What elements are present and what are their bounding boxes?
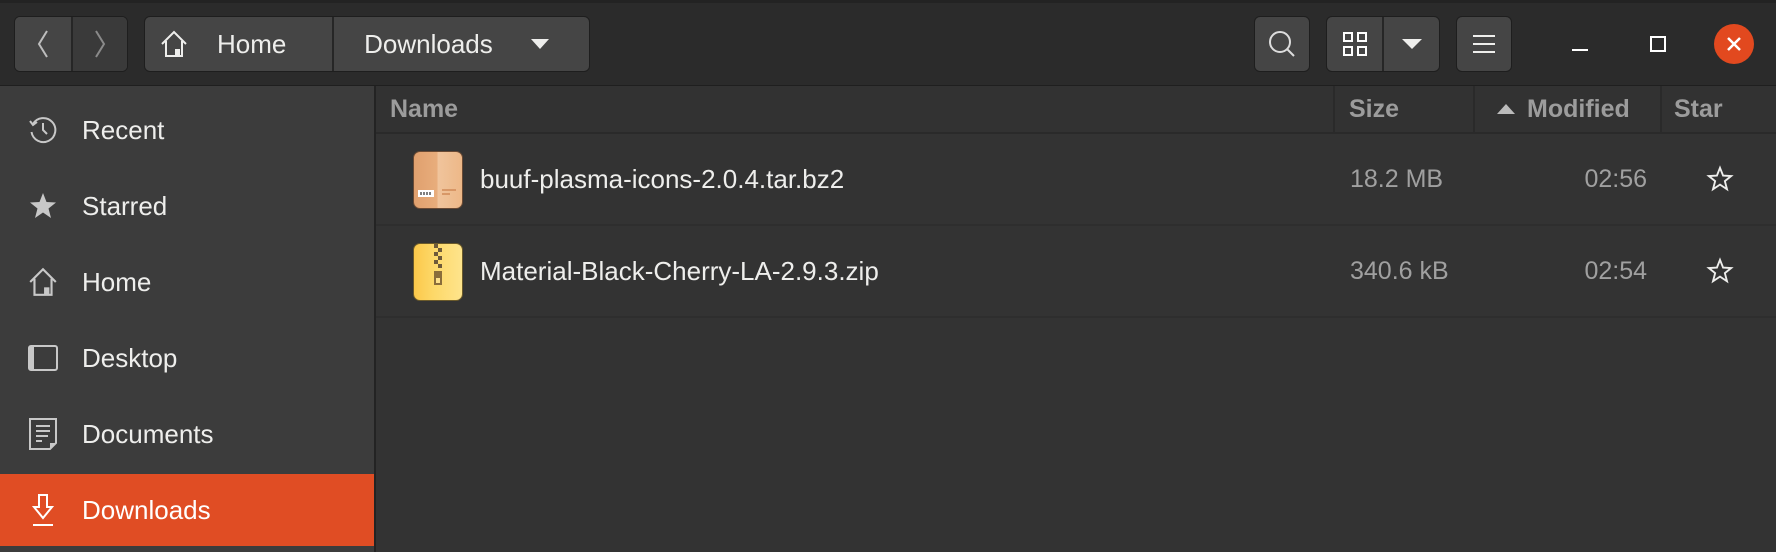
- column-header-name[interactable]: Name: [376, 86, 1333, 134]
- file-name: buuf-plasma-icons-2.0.4.tar.bz2: [480, 163, 845, 194]
- caret-down-icon: [530, 39, 549, 49]
- download-icon: [26, 493, 60, 527]
- desktop-icon: [26, 341, 60, 375]
- column-header-modified[interactable]: Modified: [1473, 86, 1660, 134]
- file-size: 340.6 kB: [1350, 256, 1449, 285]
- star-outline-icon: [1706, 165, 1734, 192]
- sidebar-item-starred[interactable]: Starred: [0, 170, 374, 242]
- file-name: Material-Black-Cherry-LA-2.9.3.zip: [480, 255, 879, 286]
- sidebar-item-documents[interactable]: Documents: [0, 398, 374, 470]
- star-outline-icon: [1706, 257, 1734, 284]
- path-segment-label: Home: [217, 28, 287, 59]
- main-menu-button[interactable]: [1456, 16, 1512, 72]
- path-segment-label: Downloads: [364, 28, 493, 59]
- view-options-button[interactable]: [1382, 17, 1439, 71]
- star-icon: [26, 189, 60, 223]
- header-bar: Home Downloads: [0, 0, 1776, 86]
- navigation-buttons: [14, 16, 128, 72]
- column-header-size[interactable]: Size: [1333, 86, 1473, 134]
- file-list-view: Name Size Modified Star buuf-plasma-icon…: [376, 86, 1776, 552]
- archive-tar-icon: [413, 151, 463, 209]
- sidebar-item-label: Downloads: [82, 494, 211, 525]
- sidebar-item-label: Starred: [82, 190, 168, 221]
- document-icon: [26, 417, 60, 451]
- sidebar-item-desktop[interactable]: Desktop: [0, 322, 374, 394]
- path-bar: Home Downloads: [144, 16, 590, 72]
- sidebar: Recent Starred Home Desktop Documents Do…: [0, 86, 376, 552]
- chevron-left-icon: [37, 30, 48, 58]
- column-header-star[interactable]: Star: [1660, 86, 1776, 134]
- minimize-button[interactable]: [1560, 28, 1600, 60]
- column-header-label: Modified: [1527, 94, 1630, 123]
- view-button-group: [1326, 16, 1440, 72]
- forward-button[interactable]: [71, 17, 127, 71]
- minimize-icon: [1572, 49, 1588, 51]
- star-toggle[interactable]: [1702, 134, 1738, 224]
- home-icon: [26, 265, 60, 299]
- file-size: 18.2 MB: [1350, 164, 1444, 193]
- view-toggle-button[interactable]: [1327, 17, 1382, 71]
- sidebar-item-label: Desktop: [82, 342, 178, 373]
- archive-zip-icon: [413, 243, 463, 301]
- sidebar-item-downloads[interactable]: Downloads: [0, 474, 374, 546]
- file-modified: 02:54: [1584, 256, 1647, 285]
- sort-ascending-icon: [1497, 104, 1515, 114]
- chevron-right-icon: [95, 30, 106, 58]
- path-segment-home[interactable]: Home: [145, 17, 332, 71]
- column-header-label: Name: [390, 94, 459, 123]
- file-manager-window: Home Downloads Recent Starred Home Deskt…: [0, 0, 1776, 552]
- sidebar-item-recent[interactable]: Recent: [0, 94, 374, 166]
- hamburger-menu-icon: [1473, 35, 1495, 53]
- back-button[interactable]: [15, 17, 71, 71]
- file-modified: 02:56: [1584, 164, 1647, 193]
- path-segment-downloads[interactable]: Downloads: [332, 17, 589, 71]
- sidebar-item-label: Documents: [82, 418, 214, 449]
- caret-down-icon: [1401, 39, 1422, 49]
- column-header-label: Star: [1674, 94, 1723, 123]
- clock-icon: [26, 113, 60, 147]
- maximize-icon: [1650, 36, 1666, 52]
- maximize-button[interactable]: [1638, 28, 1678, 60]
- sidebar-item-label: Recent: [82, 114, 165, 145]
- grid-view-icon: [1342, 32, 1367, 56]
- home-icon: [161, 30, 187, 57]
- column-header-label: Size: [1349, 94, 1400, 123]
- close-icon: [1727, 37, 1741, 51]
- file-row[interactable]: buuf-plasma-icons-2.0.4.tar.bz2 18.2 MB …: [376, 134, 1776, 226]
- sidebar-item-label: Home: [82, 266, 152, 297]
- search-icon: [1269, 31, 1295, 57]
- star-toggle[interactable]: [1702, 226, 1738, 316]
- close-button[interactable]: [1714, 24, 1754, 64]
- file-row[interactable]: Material-Black-Cherry-LA-2.9.3.zip 340.6…: [376, 226, 1776, 318]
- sidebar-item-home[interactable]: Home: [0, 246, 374, 318]
- search-button[interactable]: [1254, 16, 1310, 72]
